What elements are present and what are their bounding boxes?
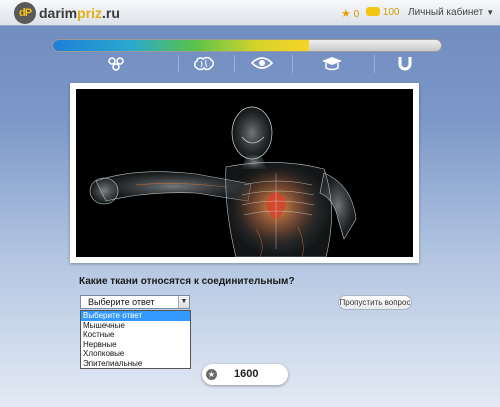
logo-text: darimpriz.ru: [39, 5, 120, 21]
logo-mark: dP: [14, 2, 36, 24]
personal-account-label: Личный кабинет: [408, 7, 484, 18]
molecules-icon: [86, 53, 146, 77]
coins-count: 100: [382, 7, 400, 18]
quiz-progress-bar: [52, 39, 442, 52]
score-value: 1600: [234, 368, 259, 380]
graduation-cap-icon: [302, 53, 362, 77]
answer-option[interactable]: Костные: [81, 330, 190, 340]
answer-option[interactable]: Хлопковые: [81, 349, 190, 359]
star-icon: ★: [341, 8, 351, 20]
stars-count: 0: [353, 9, 360, 20]
answer-options-list: Выберите ответ Мышечные Костные Нервные …: [80, 310, 191, 369]
human-anatomy-illustration: [76, 89, 413, 257]
skip-question-button[interactable]: Пропустить вопрос: [338, 295, 412, 310]
site-logo[interactable]: dP darimpriz.ru: [14, 2, 120, 24]
magnet-icon: [375, 53, 435, 77]
answer-option[interactable]: Эпителиальные: [81, 359, 190, 369]
score-display: ★ 1600: [202, 364, 288, 385]
coin-icon: [366, 7, 380, 16]
progress-fill: [53, 40, 310, 51]
personal-account-menu[interactable]: Личный кабинет ▼: [408, 7, 494, 18]
answer-select[interactable]: Выберите ответ ▼: [80, 295, 190, 309]
answer-option[interactable]: Мышечные: [81, 321, 190, 331]
answer-option[interactable]: Нервные: [81, 340, 190, 350]
stage-divider: [292, 55, 293, 73]
chevron-down-icon: ▼: [486, 8, 495, 17]
answer-option[interactable]: Выберите ответ: [81, 311, 190, 321]
question-image-frame: [70, 83, 419, 263]
answer-select-value: Выберите ответ: [88, 297, 155, 307]
brain-icon: [174, 53, 234, 77]
stage-icons: [52, 53, 442, 77]
chevron-down-icon[interactable]: ▼: [178, 296, 189, 308]
question-text: Какие ткани относятся к соединительным?: [79, 276, 295, 287]
stars-counter: ★ 0: [341, 7, 359, 20]
top-bar: dP darimpriz.ru ★ 0 100 Личный кабинет ▼: [0, 0, 500, 26]
coins-counter: 100: [366, 7, 399, 18]
score-icon: ★: [206, 369, 217, 380]
eye-icon: [232, 53, 292, 77]
